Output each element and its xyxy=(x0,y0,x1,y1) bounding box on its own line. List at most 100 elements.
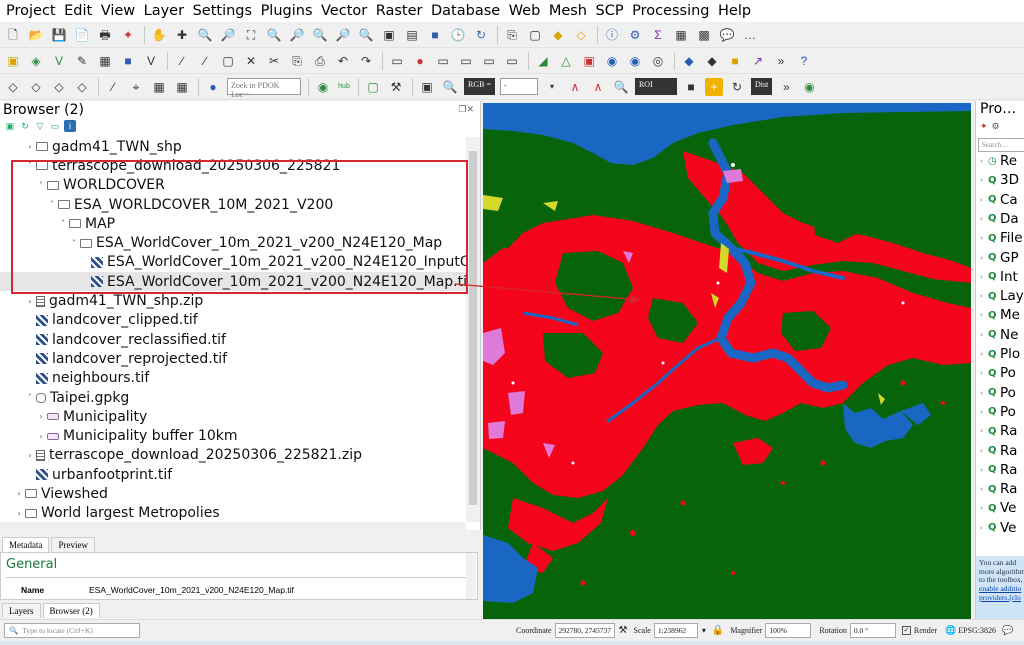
expand-arrow-icon[interactable]: › xyxy=(980,196,988,204)
plugin-i-icon[interactable]: ↗ xyxy=(749,52,767,70)
browser-item[interactable]: › Viewshed xyxy=(0,484,466,503)
reshape-icon[interactable]: ▦ xyxy=(173,78,191,96)
undo-icon[interactable]: ↶ xyxy=(334,52,352,70)
expand-arrow-icon[interactable]: › xyxy=(980,427,988,435)
label-show-icon[interactable]: ▭ xyxy=(434,52,452,70)
virtual-layer-icon[interactable]: V xyxy=(142,52,160,70)
browser-item[interactable]: landcover_clipped.tif xyxy=(0,311,466,330)
lock-scale-icon[interactable]: 🔒 xyxy=(712,625,724,636)
tab-preview[interactable]: Preview xyxy=(51,537,95,552)
roi-add-icon[interactable]: + xyxy=(704,77,723,96)
expand-arrow-icon[interactable]: › xyxy=(980,157,988,165)
open-project-icon[interactable]: 📂 xyxy=(27,26,45,44)
browser-item[interactable]: › Municipality buffer 10km xyxy=(0,426,466,445)
expand-arrow-icon[interactable]: › xyxy=(980,524,988,532)
browser-item[interactable]: landcover_reprojected.tif xyxy=(0,349,466,368)
plugin-c-icon[interactable]: ▣ xyxy=(580,52,598,70)
extent-toggle-icon[interactable]: ⚒ xyxy=(619,625,628,636)
collapse-all-icon[interactable]: ▭ xyxy=(49,120,61,132)
rotation-field[interactable]: 0.0 ° xyxy=(849,623,896,638)
processing-scripts-icon[interactable]: ⚙ xyxy=(992,121,1000,132)
zoom-full-icon[interactable]: ⛶ xyxy=(242,26,260,44)
add-feature-icon[interactable]: ∕ xyxy=(196,52,214,70)
expand-arrow-icon[interactable]: › xyxy=(980,408,988,416)
processing-provider-item[interactable]: › Q GP xyxy=(980,250,1019,266)
expand-arrow-icon[interactable]: › xyxy=(980,215,988,223)
digitize-icon[interactable]: ∕ xyxy=(173,52,191,70)
menu-vector[interactable]: Vector xyxy=(321,3,367,19)
plugin-h-icon[interactable]: ■ xyxy=(726,52,744,70)
expand-arrow-icon[interactable]: › xyxy=(980,292,988,300)
menu-scp[interactable]: SCP xyxy=(596,3,624,19)
scp-zoom-icon[interactable]: 🔍 xyxy=(441,78,459,96)
scp-search-icon[interactable]: ▢ xyxy=(364,78,382,96)
expand-arrow-icon[interactable]: › xyxy=(980,273,988,281)
menu-settings[interactable]: Settings xyxy=(193,3,252,19)
browser-item[interactable]: › gadm41_TWN_shp.zip xyxy=(0,291,466,310)
browser-horizontal-scrollbar[interactable] xyxy=(0,522,466,530)
processing-provider-item[interactable]: › Q Ra xyxy=(980,481,1017,497)
expand-arrow-icon[interactable]: › xyxy=(980,254,988,262)
processing-provider-item[interactable]: › Q File xyxy=(980,230,1023,246)
rgb-dropdown-icon[interactable]: ▾ xyxy=(543,78,561,96)
style-manager-icon[interactable]: ✦ xyxy=(119,26,137,44)
temporal-icon[interactable]: 🕒 xyxy=(449,26,467,44)
browser-item[interactable]: › World largest Metropolies xyxy=(0,504,466,523)
cut-icon[interactable]: ✂ xyxy=(265,52,283,70)
locator-search-input[interactable]: 🔍 Type to locate (Ctrl+K) xyxy=(4,623,140,638)
bookmark-icon[interactable]: ■ xyxy=(426,26,444,44)
expand-arrow-icon[interactable]: › xyxy=(25,451,35,460)
save-edits-icon[interactable]: ■ xyxy=(119,52,137,70)
menu-mesh[interactable]: Mesh xyxy=(549,3,587,19)
scale-dropdown-icon[interactable]: ▾ xyxy=(702,626,706,635)
attribute-table-icon[interactable]: ▦ xyxy=(672,26,690,44)
menu-project[interactable]: Project xyxy=(6,3,56,19)
overflow-icon[interactable]: » xyxy=(772,52,790,70)
refresh-icon[interactable]: ↻ xyxy=(19,120,31,132)
refresh-icon[interactable]: ↻ xyxy=(472,26,490,44)
browser-item[interactable]: landcover_reclassified.tif xyxy=(0,330,466,349)
render-checkbox[interactable]: ✓ xyxy=(901,626,911,635)
roi-b-icon[interactable]: ∧ xyxy=(589,78,607,96)
redo-icon[interactable]: ↷ xyxy=(357,52,375,70)
label-pin-icon[interactable]: ● xyxy=(411,52,429,70)
snapping-icon[interactable]: ⌖ xyxy=(127,78,145,96)
expand-arrow-icon[interactable]: › xyxy=(980,350,988,358)
expand-arrow-icon[interactable]: › xyxy=(980,447,988,455)
plugin-g-icon[interactable]: ◆ xyxy=(703,52,721,70)
field-calculator-icon[interactable]: ▩ xyxy=(695,26,713,44)
magnifier-field[interactable]: 100% xyxy=(765,623,812,638)
menu-layer[interactable]: Layer xyxy=(144,3,184,19)
coordinate-field[interactable]: 292780, 2745737 xyxy=(554,623,615,638)
add-layer-icon[interactable]: ▣ xyxy=(4,120,16,132)
expand-arrow-icon[interactable]: › xyxy=(980,176,988,184)
expand-arrow-icon[interactable]: › xyxy=(980,504,988,512)
browser-item[interactable]: urbanfootprint.tif xyxy=(0,465,466,484)
shape-copy-icon[interactable]: ◇ xyxy=(50,78,68,96)
browser-item[interactable]: › terrascope_download_20250306_225821.zip xyxy=(0,446,466,465)
processing-provider-item[interactable]: › Q Ve xyxy=(980,500,1017,516)
data-source-icon[interactable]: ▣ xyxy=(4,52,22,70)
processing-provider-item[interactable]: › Q Po xyxy=(980,404,1016,420)
qgis-hub-icon[interactable]: ◉ xyxy=(314,78,332,96)
new-3d-view-icon[interactable]: ▤ xyxy=(403,26,421,44)
filter-icon[interactable]: ▽ xyxy=(34,120,46,132)
roi-a-icon[interactable]: ∧ xyxy=(566,78,584,96)
expand-arrow-icon[interactable]: › xyxy=(980,331,988,339)
shape-digitize-icon[interactable]: ◇ xyxy=(4,78,22,96)
zoom-native-icon[interactable]: 🔍 xyxy=(311,26,329,44)
map-canvas[interactable] xyxy=(483,103,971,619)
label-change-icon[interactable]: ▭ xyxy=(503,52,521,70)
processing-provider-item[interactable]: › Q Ve xyxy=(980,520,1017,536)
plugin-b-icon[interactable]: △ xyxy=(557,52,575,70)
print-layout-icon[interactable]: 🖶 xyxy=(96,26,114,44)
processing-provider-item[interactable]: › ◷ Re xyxy=(980,153,1017,169)
expand-arrow-icon[interactable]: › xyxy=(25,297,35,306)
zoom-in-icon[interactable]: 🔍 xyxy=(196,26,214,44)
scale-field[interactable]: 1:238962 xyxy=(653,623,698,638)
expand-arrow-icon[interactable]: › xyxy=(14,509,24,518)
pan-icon[interactable]: ✋ xyxy=(150,26,168,44)
processing-provider-item[interactable]: › Q Po xyxy=(980,385,1016,401)
info-icon[interactable]: i xyxy=(64,120,76,132)
menu-raster[interactable]: Raster xyxy=(376,3,423,19)
